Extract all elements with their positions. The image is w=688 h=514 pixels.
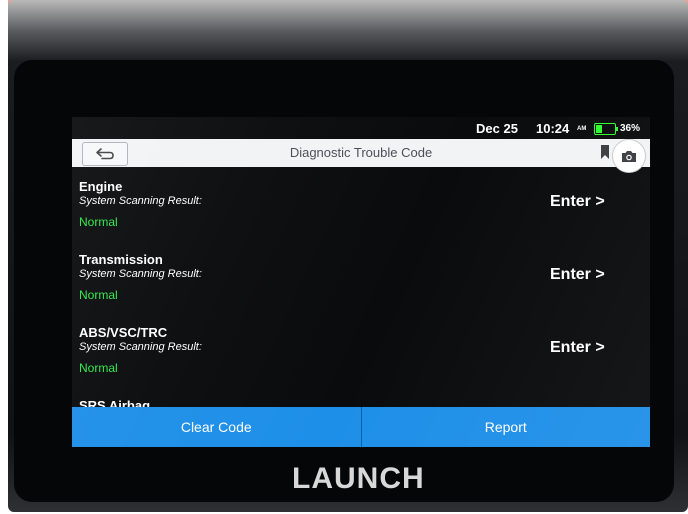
title-bar: Diagnostic Trouble Code — [72, 139, 650, 173]
system-item-transmission[interactable]: Transmission System Scanning Result: Nor… — [72, 240, 650, 312]
bookmark-icon[interactable] — [600, 144, 610, 160]
status-bar: Dec 25 10:24 AM 36% — [72, 117, 650, 139]
battery-level-fill — [596, 125, 602, 133]
bottom-action-bar: Clear Code Report — [72, 407, 650, 447]
system-scan-result-label: System Scanning Result: — [79, 268, 202, 280]
system-scan-result-label: System Scanning Result: — [79, 195, 202, 207]
brand-logo: LAUNCH — [292, 462, 425, 495]
battery-percent: 36% — [620, 123, 641, 134]
back-arrow-icon — [96, 148, 114, 160]
status-time: 10:24 — [536, 121, 570, 136]
system-name: Engine — [79, 179, 123, 194]
system-status: Normal — [79, 288, 118, 302]
system-name: ABS/VSC/TRC — [79, 325, 168, 340]
system-item-abs-vsc-trc[interactable]: ABS/VSC/TRC System Scanning Result: Norm… — [72, 313, 650, 385]
system-scan-result-label: System Scanning Result: — [79, 341, 202, 353]
report-button[interactable]: Report — [360, 407, 651, 447]
camera-icon — [622, 150, 636, 162]
system-status: Normal — [79, 361, 118, 375]
system-list[interactable]: Engine System Scanning Result: Normal En… — [72, 167, 650, 407]
system-status: Normal — [79, 215, 118, 229]
back-button[interactable] — [82, 142, 128, 166]
status-ampm: AM — [577, 126, 587, 132]
status-date: Dec 25 — [476, 121, 518, 136]
device-screen: Dec 25 10:24 AM 36% Diagnostic Trouble C… — [72, 117, 650, 447]
page-title: Diagnostic Trouble Code — [289, 145, 433, 160]
system-item-srs-airbag[interactable]: SRS Airbag — [72, 386, 650, 407]
enter-button-transmission[interactable]: Enter > — [550, 266, 605, 284]
battery-icon — [594, 123, 618, 135]
system-name: SRS Airbag — [79, 398, 151, 407]
enter-button-engine[interactable]: Enter > — [550, 193, 605, 211]
clear-code-button[interactable]: Clear Code — [72, 407, 361, 447]
battery-tip — [616, 127, 618, 131]
system-name: Transmission — [79, 252, 163, 267]
enter-button-abs[interactable]: Enter > — [550, 339, 605, 357]
system-item-engine[interactable]: Engine System Scanning Result: Normal En… — [72, 167, 650, 239]
